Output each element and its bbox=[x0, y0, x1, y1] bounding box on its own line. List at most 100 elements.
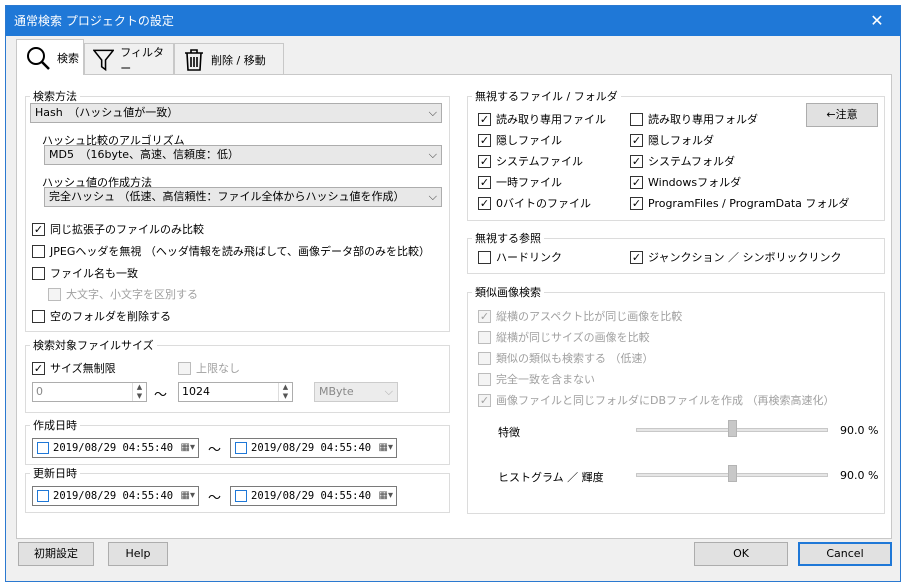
spin-arrows-icon[interactable]: ▲ ▼ bbox=[132, 383, 146, 401]
size-max-input[interactable]: 1024 ▲ ▼ bbox=[178, 382, 293, 402]
calendar-dropdown-icon[interactable]: ▦▾ bbox=[181, 487, 195, 505]
search-method-group: 検索方法 Hash （ハッシュ値が一致） ⌵ ハッシュ比較のアルゴリズム MD5 … bbox=[25, 88, 450, 332]
tab-search[interactable]: 検索 bbox=[16, 39, 84, 75]
case-sensitive-checkbox[interactable]: 大文字、小文字を区別する bbox=[48, 286, 198, 302]
checkbox-box[interactable] bbox=[37, 442, 49, 454]
ok-button[interactable]: OK bbox=[694, 542, 788, 566]
similar-image-title: 類似画像検索 bbox=[472, 284, 544, 300]
histogram-label: ヒストグラム ／ 輝度 bbox=[498, 471, 604, 484]
filter-icon bbox=[93, 49, 115, 71]
filename-match-checkbox[interactable]: ファイル名も一致 bbox=[32, 265, 138, 281]
ignore-zero-byte-checkbox[interactable]: ✓ 0バイトのファイル bbox=[478, 195, 591, 211]
init-settings-button[interactable]: 初期設定 bbox=[18, 542, 94, 566]
ignore-temp-file-checkbox[interactable]: ✓ 一時ファイル bbox=[478, 174, 562, 190]
ignore-junction-checkbox[interactable]: ✓ ジャンクション ／ シンボリックリンク bbox=[630, 249, 841, 265]
similar-aspect-checkbox[interactable]: ✓ 縦横のアスペクト比が同じ画像を比較 bbox=[478, 308, 682, 324]
ignore-system-folder-checkbox[interactable]: ✓ システムフォルダ bbox=[630, 153, 735, 169]
case-sensitive-label: 大文字、小文字を区別する bbox=[66, 288, 198, 301]
checkbox-box bbox=[478, 330, 491, 344]
checkbox-box: ✓ bbox=[630, 250, 643, 264]
updated-to-value: 2019/08/29 04:55:40 bbox=[251, 490, 372, 502]
checkbox-box bbox=[32, 309, 45, 323]
similar-same-size-checkbox[interactable]: 縦横が同じサイズの画像を比較 bbox=[478, 329, 650, 345]
checkbox-label: 0バイトのファイル bbox=[496, 197, 591, 210]
size-unit-select[interactable]: MByte ⌵ bbox=[314, 382, 398, 402]
file-size-title: 検索対象ファイルサイズ bbox=[30, 337, 157, 353]
feature-slider-thumb[interactable] bbox=[727, 420, 737, 437]
checkbox-label: Windowsフォルダ bbox=[648, 176, 742, 189]
delete-empty-folders-label: 空のフォルダを削除する bbox=[50, 310, 171, 323]
created-to-value: 2019/08/29 04:55:40 bbox=[251, 442, 372, 454]
similar-of-similar-checkbox[interactable]: 類似の類似も検索する （低速） bbox=[478, 350, 654, 366]
no-upper-limit-checkbox[interactable]: 上限なし bbox=[178, 360, 240, 376]
updated-date-title: 更新日時 bbox=[30, 465, 80, 481]
checkbox-box bbox=[178, 361, 191, 375]
ignore-readonly-file-checkbox[interactable]: ✓ 読み取り専用ファイル bbox=[478, 111, 606, 127]
tab-delete-move-label: 削除 / 移動 bbox=[211, 53, 266, 67]
calendar-dropdown-icon[interactable]: ▦▾ bbox=[379, 487, 393, 505]
checkbox-label: ジャンクション ／ シンボリックリンク bbox=[648, 251, 842, 264]
size-min-value: 0 bbox=[36, 385, 43, 398]
checkbox-label: 隠しファイル bbox=[496, 134, 562, 147]
help-button[interactable]: Help bbox=[108, 542, 168, 566]
histogram-slider-thumb[interactable] bbox=[727, 465, 737, 482]
cancel-button[interactable]: Cancel bbox=[798, 542, 892, 566]
created-to-date[interactable]: 2019/08/29 04:55:40 ▦▾ bbox=[230, 438, 397, 458]
checkbox-box: ✓ bbox=[630, 175, 643, 189]
size-unlimited-checkbox[interactable]: ✓ サイズ無制限 bbox=[32, 360, 116, 376]
checkbox-box: ✓ bbox=[478, 154, 491, 168]
created-from-date[interactable]: 2019/08/29 04:55:40 ▦▾ bbox=[32, 438, 199, 458]
checkbox-box bbox=[478, 351, 491, 365]
checkbox-box[interactable] bbox=[235, 490, 247, 502]
checkbox-label: ProgramFiles / ProgramData フォルダ bbox=[648, 197, 850, 210]
histogram-value: 90.0 % bbox=[840, 469, 879, 482]
chevron-down-icon: ⌵ bbox=[384, 385, 393, 398]
checkbox-label: ハードリンク bbox=[496, 251, 562, 264]
ignore-files-title: 無視するファイル / フォルダ bbox=[472, 88, 621, 104]
search-method-title: 検索方法 bbox=[30, 88, 80, 104]
updated-from-date[interactable]: 2019/08/29 04:55:40 ▦▾ bbox=[32, 486, 199, 506]
exclude-exact-match-checkbox[interactable]: 完全一致を含まない bbox=[478, 371, 595, 387]
note-button[interactable]: ←注意 bbox=[806, 103, 878, 127]
search-method-value: Hash （ハッシュ値が一致） bbox=[35, 106, 179, 119]
checkbox-label: 縦横が同じサイズの画像を比較 bbox=[496, 331, 650, 344]
same-ext-checkbox[interactable]: ✓ 同じ拡張子のファイルのみ比較 bbox=[32, 221, 204, 237]
ignore-hidden-folder-checkbox[interactable]: ✓ 隠しフォルダ bbox=[630, 132, 714, 148]
ignore-hidden-file-checkbox[interactable]: ✓ 隠しファイル bbox=[478, 132, 562, 148]
create-db-file-checkbox[interactable]: ✓ 画像ファイルと同じフォルダにDBファイルを作成 （再検索高速化） bbox=[478, 392, 835, 408]
tab-filter[interactable]: フィルター bbox=[84, 43, 174, 75]
checkbox-label: システムフォルダ bbox=[648, 155, 736, 168]
size-min-input[interactable]: 0 ▲ ▼ bbox=[32, 382, 147, 402]
created-date-title: 作成日時 bbox=[30, 417, 80, 433]
chevron-down-icon: ⌵ bbox=[428, 106, 437, 119]
delete-empty-folders-checkbox[interactable]: 空のフォルダを削除する bbox=[32, 308, 171, 324]
created-from-value: 2019/08/29 04:55:40 bbox=[53, 442, 174, 454]
checkbox-box: ✓ bbox=[478, 133, 491, 147]
ignore-system-file-checkbox[interactable]: ✓ システムファイル bbox=[478, 153, 583, 169]
checkbox-box: ✓ bbox=[32, 361, 45, 375]
creation-select[interactable]: 完全ハッシュ （低速、高信頼性：ファイル全体からハッシュ値を作成） ⌵ bbox=[44, 187, 442, 207]
updated-to-date[interactable]: 2019/08/29 04:55:40 ▦▾ bbox=[230, 486, 397, 506]
spin-arrows-icon[interactable]: ▲ ▼ bbox=[278, 383, 292, 401]
created-range-tilde: ～ bbox=[208, 443, 222, 458]
checkbox-box[interactable] bbox=[37, 490, 49, 502]
checkbox-label: 完全一致を含まない bbox=[496, 373, 595, 386]
tab-filter-label: フィルター bbox=[120, 45, 164, 75]
calendar-dropdown-icon[interactable]: ▦▾ bbox=[379, 439, 393, 457]
search-method-select[interactable]: Hash （ハッシュ値が一致） ⌵ bbox=[30, 103, 442, 123]
ignore-readonly-folder-checkbox[interactable]: 読み取り専用フォルダ bbox=[630, 111, 758, 127]
checkbox-box: ✓ bbox=[478, 309, 491, 323]
algo-select[interactable]: MD5 （16byte、高速、信頼度：低） ⌵ bbox=[44, 145, 442, 165]
calendar-dropdown-icon[interactable]: ▦▾ bbox=[181, 439, 195, 457]
chevron-down-icon: ⌵ bbox=[428, 148, 437, 161]
ignore-jpeg-header-checkbox[interactable]: JPEGヘッダを無視 （ヘッダ情報を読み飛ばして、画像データ部のみを比較） bbox=[32, 243, 430, 259]
tab-delete-move[interactable]: 削除 / 移動 bbox=[174, 43, 284, 75]
ignore-hardlink-checkbox[interactable]: ハードリンク bbox=[478, 249, 562, 265]
checkbox-box[interactable] bbox=[235, 442, 247, 454]
checkbox-box: ✓ bbox=[630, 133, 643, 147]
checkbox-box bbox=[478, 372, 491, 386]
ignore-windows-folder-checkbox[interactable]: ✓ Windowsフォルダ bbox=[630, 174, 741, 190]
updated-date-group: 更新日時 2019/08/29 04:55:40 ▦▾ ～ 2019/08/29 … bbox=[25, 465, 450, 513]
close-button[interactable]: ✕ bbox=[855, 7, 899, 35]
ignore-programfiles-folder-checkbox[interactable]: ✓ ProgramFiles / ProgramData フォルダ bbox=[630, 195, 849, 211]
